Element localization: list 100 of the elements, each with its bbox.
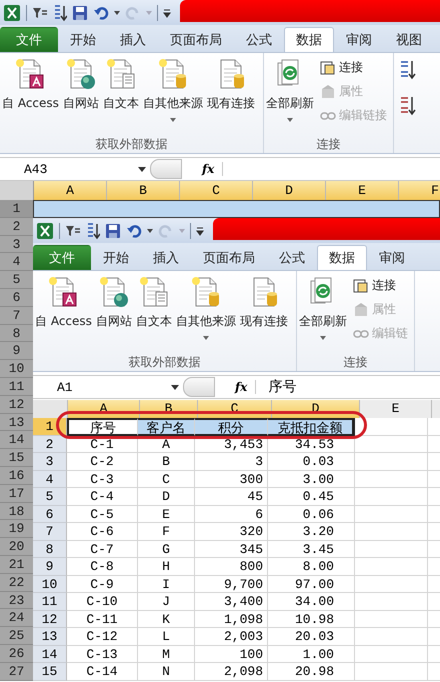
ribbon-tab[interactable]: 页面布局: [158, 27, 234, 52]
column-header[interactable]: E: [326, 181, 399, 200]
row-header[interactable]: 27: [0, 662, 33, 681]
ribbon-button[interactable]: 自网站: [60, 57, 101, 134]
table-cell: 45: [195, 488, 268, 506]
row-header[interactable]: 2: [33, 436, 67, 453]
ribbon-button[interactable]: 自网站: [94, 275, 134, 352]
row-header[interactable]: 22: [0, 574, 33, 592]
ribbon-button[interactable]: 自 Access: [0, 57, 61, 134]
formula-field[interactable]: 序号: [256, 378, 440, 396]
save-icon[interactable]: [105, 222, 121, 238]
row-header[interactable]: 10: [33, 576, 67, 593]
table-cell: 34.53: [268, 436, 355, 453]
ribbon-button[interactable]: 现有连接: [238, 275, 290, 352]
row-header[interactable]: 9: [33, 558, 67, 576]
undo-icon[interactable]: [126, 222, 142, 238]
ribbon-button[interactable]: 自文本: [100, 57, 141, 134]
insert-function-button[interactable]: fx: [182, 162, 224, 176]
ribbon-tab[interactable]: 公式: [267, 245, 317, 270]
row-header[interactable]: 12: [33, 610, 67, 628]
ribbon-tab[interactable]: 审阅: [367, 245, 417, 270]
ribbon-button[interactable]: 自 Access: [33, 275, 94, 352]
row-header[interactable]: 5: [0, 271, 33, 289]
column-header[interactable]: D: [253, 181, 326, 200]
row-header[interactable]: 18: [0, 502, 33, 520]
ribbon-tab[interactable]: 公式: [234, 27, 284, 52]
select-all-corner[interactable]: [33, 400, 68, 418]
row-header[interactable]: 3: [0, 236, 33, 254]
row-header[interactable]: 13: [0, 414, 33, 432]
ribbon-tab[interactable]: 数据: [317, 245, 367, 270]
row-header[interactable]: 19: [0, 520, 33, 538]
row-header[interactable]: 4: [33, 470, 67, 488]
ribbon-tab[interactable]: 视图: [384, 27, 434, 52]
ribbon-tab[interactable]: 开始: [91, 245, 141, 270]
row-header[interactable]: 23: [0, 592, 33, 610]
customize-toolbar-icon[interactable]: [163, 6, 171, 18]
sort-icon[interactable]: [53, 4, 67, 22]
customize-toolbar-icon[interactable]: [196, 224, 204, 236]
row-header[interactable]: 13: [33, 628, 67, 646]
ribbon-tab[interactable]: 插入: [141, 245, 191, 270]
sort-icon[interactable]: [86, 222, 100, 240]
ribbon-button[interactable]: 连接: [350, 275, 410, 296]
undo-icon[interactable]: [93, 4, 109, 20]
row-header[interactable]: 2: [0, 218, 33, 236]
row-header[interactable]: 1: [0, 200, 33, 218]
row-header[interactable]: 16: [0, 466, 33, 485]
row-header[interactable]: 4: [0, 253, 33, 272]
save-icon[interactable]: [72, 4, 88, 20]
ribbon-button[interactable]: 全部刷新: [264, 57, 316, 134]
row-header[interactable]: 8: [0, 324, 33, 342]
file-tab[interactable]: 文件: [0, 27, 58, 52]
row-header[interactable]: 6: [0, 288, 33, 307]
table-cell: C-3: [67, 470, 138, 488]
ribbon-tab[interactable]: 审阅: [334, 27, 384, 52]
row-header[interactable]: 1: [33, 418, 67, 436]
row-header[interactable]: 21: [0, 556, 33, 574]
row-header[interactable]: 3: [33, 453, 67, 470]
ribbon-tab[interactable]: 开始: [58, 27, 108, 52]
row-header[interactable]: 26: [0, 644, 33, 663]
row-header[interactable]: 15: [33, 663, 67, 680]
column-header[interactable]: E: [360, 400, 432, 418]
sort-ascending-icon[interactable]: [400, 59, 416, 81]
row-header[interactable]: 11: [0, 378, 33, 396]
ribbon-button[interactable]: 全部刷新: [296, 275, 349, 352]
row-header[interactable]: 17: [0, 484, 33, 503]
row-header[interactable]: 10: [0, 360, 33, 378]
ribbon-button[interactable]: 现有连接: [204, 57, 257, 134]
ribbon-button[interactable]: 自其他来源: [140, 57, 205, 134]
ribbon-button[interactable]: 自其他来源: [174, 275, 238, 352]
row-header[interactable]: 12: [0, 396, 33, 414]
ribbon-button[interactable]: 自文本: [134, 275, 174, 352]
row-header[interactable]: 15: [0, 449, 33, 467]
row-header[interactable]: 24: [0, 609, 33, 628]
file-tab[interactable]: 文件: [33, 245, 91, 270]
table-cell: A: [138, 436, 195, 453]
ribbon-tab[interactable]: 页面布局: [191, 245, 267, 270]
excel-logo-icon[interactable]: [3, 4, 21, 22]
row-header[interactable]: 9: [0, 342, 33, 360]
row-header[interactable]: 14: [33, 646, 67, 663]
row-header[interactable]: 8: [33, 540, 67, 558]
column-header[interactable]: B: [107, 181, 180, 200]
ribbon-button[interactable]: 连接: [318, 57, 389, 78]
splitter-handle[interactable]: [183, 377, 215, 397]
row-header[interactable]: 6: [33, 506, 67, 523]
insert-function-button[interactable]: fx: [215, 380, 256, 394]
column-header[interactable]: A: [34, 181, 107, 200]
column-header[interactable]: C: [180, 181, 253, 200]
row-header[interactable]: 11: [33, 593, 67, 610]
row-header[interactable]: 5: [33, 488, 67, 506]
row-header[interactable]: 20: [0, 538, 33, 556]
ribbon-tab[interactable]: 数据: [284, 27, 334, 52]
excel-logo-icon[interactable]: [36, 222, 54, 240]
row-header[interactable]: 14: [0, 431, 33, 450]
column-header[interactable]: F: [399, 181, 440, 200]
ribbon-tab[interactable]: 插入: [108, 27, 158, 52]
row-header[interactable]: 25: [0, 627, 33, 645]
splitter-handle[interactable]: [150, 159, 182, 179]
row-header[interactable]: 7: [33, 523, 67, 540]
sort-descending-icon[interactable]: [400, 95, 416, 117]
row-header[interactable]: 7: [0, 306, 33, 325]
